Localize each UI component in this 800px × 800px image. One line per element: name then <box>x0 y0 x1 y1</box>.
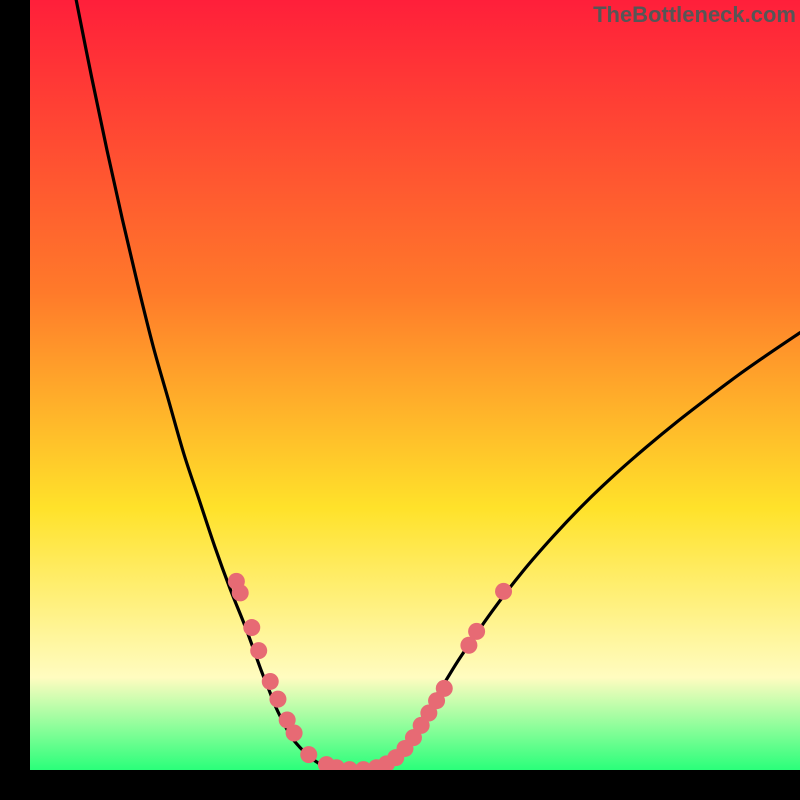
marker-dot <box>243 619 260 636</box>
marker-dot <box>436 680 453 697</box>
marker-dot <box>300 746 317 763</box>
marker-dot <box>286 725 303 742</box>
bottleneck-chart <box>30 0 800 770</box>
watermark-text: TheBottleneck.com <box>593 2 796 28</box>
chart-frame <box>30 0 800 770</box>
marker-dot <box>262 673 279 690</box>
marker-dot <box>495 583 512 600</box>
marker-dot <box>468 623 485 640</box>
marker-dot <box>269 691 286 708</box>
marker-dot <box>250 642 267 659</box>
gradient-background <box>30 0 800 770</box>
marker-dot <box>232 584 249 601</box>
